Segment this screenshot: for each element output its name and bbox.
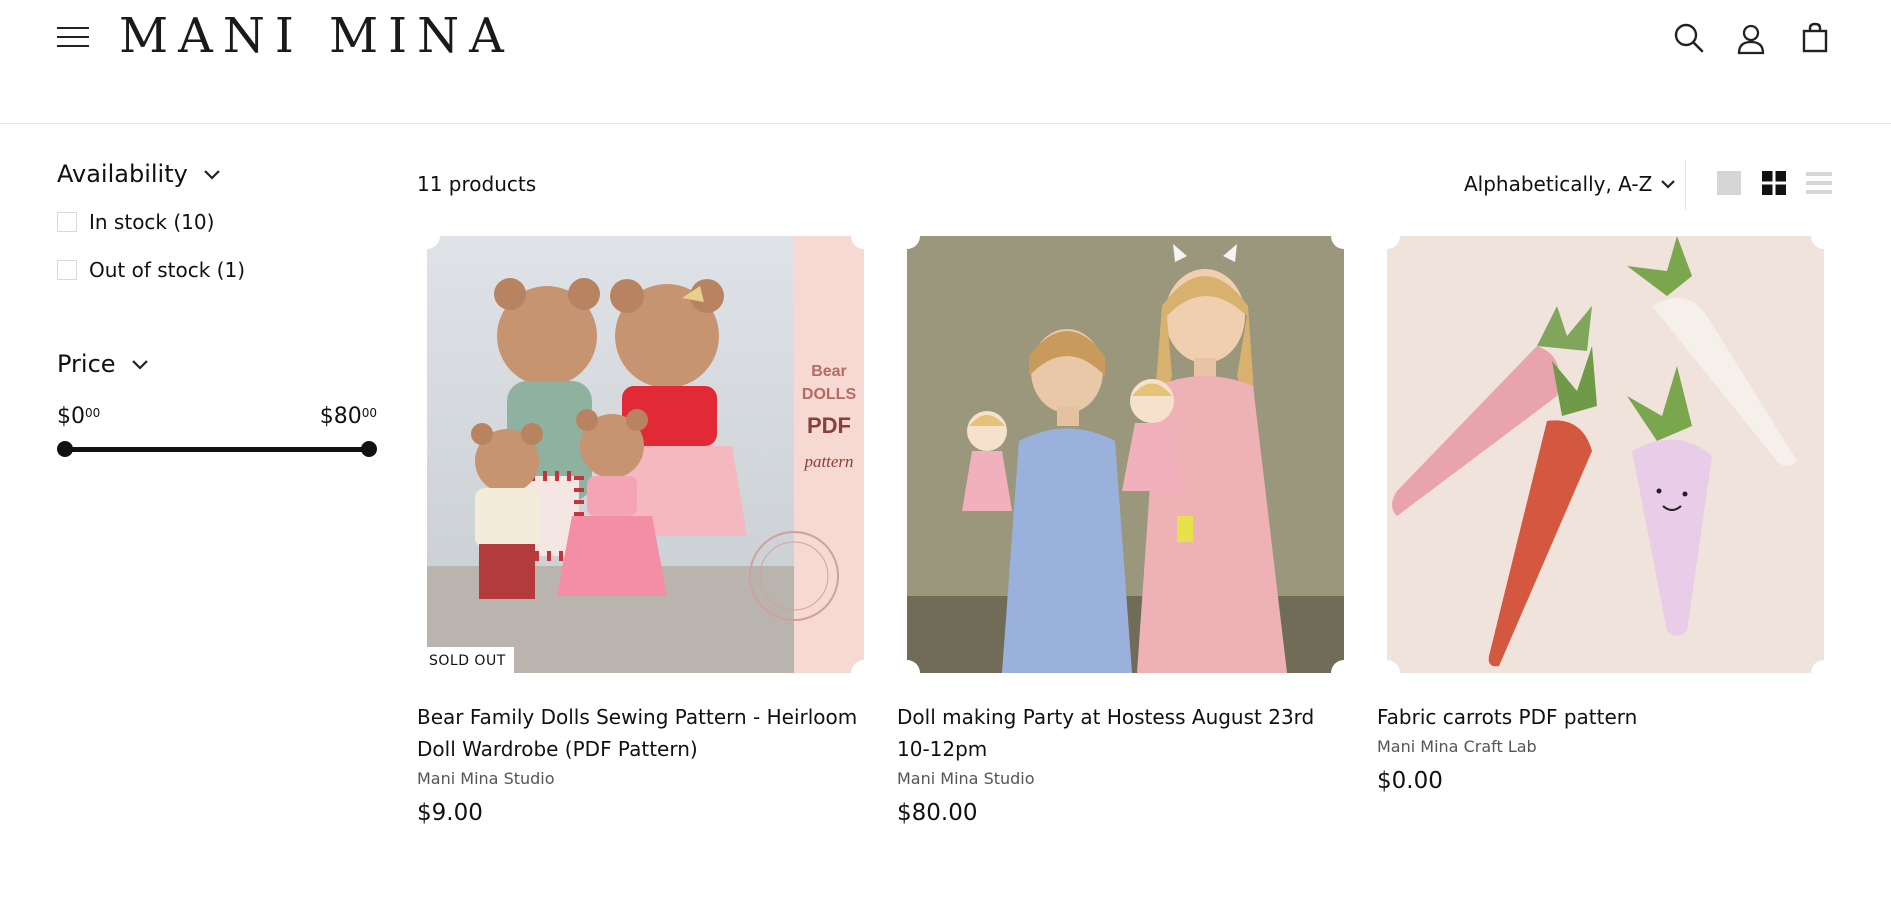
product-card[interactable]: Bear DOLLS PDF pattern SOLD OUT Bear Fam… bbox=[417, 236, 873, 826]
product-card[interactable]: Doll making Party at Hostess August 23rd… bbox=[897, 236, 1353, 826]
price-slider-min-handle[interactable] bbox=[57, 441, 73, 457]
in-stock-label: In stock (10) bbox=[89, 210, 215, 234]
product-title[interactable]: Bear Family Dolls Sewing Pattern - Heirl… bbox=[417, 701, 873, 765]
image-text-pattern: pattern bbox=[803, 452, 853, 471]
image-text-bear: Bear bbox=[811, 363, 847, 380]
fabric-carrots-photo bbox=[1387, 236, 1824, 673]
product-title[interactable]: Doll making Party at Hostess August 23rd… bbox=[897, 701, 1353, 765]
product-price: $80.00 bbox=[897, 800, 978, 826]
bear-dolls-illustration: Bear DOLLS PDF pattern bbox=[427, 236, 864, 673]
filter-option-out-of-stock[interactable]: Out of stock (1) bbox=[57, 258, 377, 282]
price-min-value: $000 bbox=[57, 404, 101, 429]
image-text-dolls: DOLLS bbox=[802, 386, 857, 403]
collection-toolbar: 11 products Alphabetically, A-Z bbox=[417, 160, 1837, 210]
price-filter-title: Price bbox=[57, 350, 116, 378]
product-price: $0.00 bbox=[1377, 768, 1443, 794]
view-list-icon[interactable] bbox=[1806, 170, 1832, 196]
filter-option-in-stock[interactable]: In stock (10) bbox=[57, 210, 377, 234]
product-image-bear-dolls[interactable]: Bear DOLLS PDF pattern SOLD OUT bbox=[427, 236, 864, 673]
product-vendor: Mani Mina Craft Lab bbox=[1377, 737, 1537, 756]
menu-icon[interactable] bbox=[57, 25, 89, 49]
price-range-values: $000 $8000 bbox=[57, 404, 377, 429]
chevron-down-icon bbox=[130, 357, 150, 371]
site-logo[interactable]: MANI MINA bbox=[119, 8, 514, 64]
out-of-stock-checkbox[interactable] bbox=[57, 260, 77, 280]
search-icon[interactable] bbox=[1671, 20, 1707, 56]
product-title[interactable]: Fabric carrots PDF pattern bbox=[1377, 701, 1833, 733]
price-slider-track bbox=[67, 447, 367, 452]
sold-out-badge: SOLD OUT bbox=[427, 647, 514, 673]
availability-filter-toggle[interactable]: Availability bbox=[57, 160, 377, 188]
availability-filter-title: Availability bbox=[57, 160, 188, 188]
filter-sidebar: Availability In stock (10) Out of stock … bbox=[57, 160, 377, 457]
product-price: $9.00 bbox=[417, 800, 483, 826]
sort-label: Alphabetically, A-Z bbox=[1464, 172, 1653, 196]
chevron-down-icon bbox=[1660, 178, 1676, 190]
toolbar-divider bbox=[1685, 160, 1686, 210]
account-icon[interactable] bbox=[1733, 20, 1769, 56]
cart-icon[interactable] bbox=[1797, 20, 1833, 56]
out-of-stock-label: Out of stock (1) bbox=[89, 258, 246, 282]
product-vendor: Mani Mina Studio bbox=[417, 769, 555, 788]
site-header: MANI MINA bbox=[0, 0, 1891, 124]
view-large-icon[interactable] bbox=[1716, 170, 1742, 196]
price-slider-max-handle[interactable] bbox=[361, 441, 377, 457]
doll-party-photo bbox=[907, 236, 1344, 673]
product-image-doll-party[interactable] bbox=[907, 236, 1344, 673]
view-grid-icon[interactable] bbox=[1761, 170, 1787, 196]
in-stock-checkbox[interactable] bbox=[57, 212, 77, 232]
chevron-down-icon bbox=[202, 167, 222, 181]
price-filter-toggle[interactable]: Price bbox=[57, 350, 377, 378]
price-max-value: $8000 bbox=[319, 404, 377, 429]
product-count: 11 products bbox=[417, 172, 537, 196]
product-vendor: Mani Mina Studio bbox=[897, 769, 1035, 788]
price-range-slider[interactable] bbox=[57, 441, 377, 457]
product-card[interactable]: Fabric carrots PDF pattern Mani Mina Cra… bbox=[1377, 236, 1833, 794]
sort-dropdown[interactable]: Alphabetically, A-Z bbox=[1464, 172, 1676, 196]
product-image-fabric-carrots[interactable] bbox=[1387, 236, 1824, 673]
image-text-pdf: PDF bbox=[807, 413, 851, 438]
